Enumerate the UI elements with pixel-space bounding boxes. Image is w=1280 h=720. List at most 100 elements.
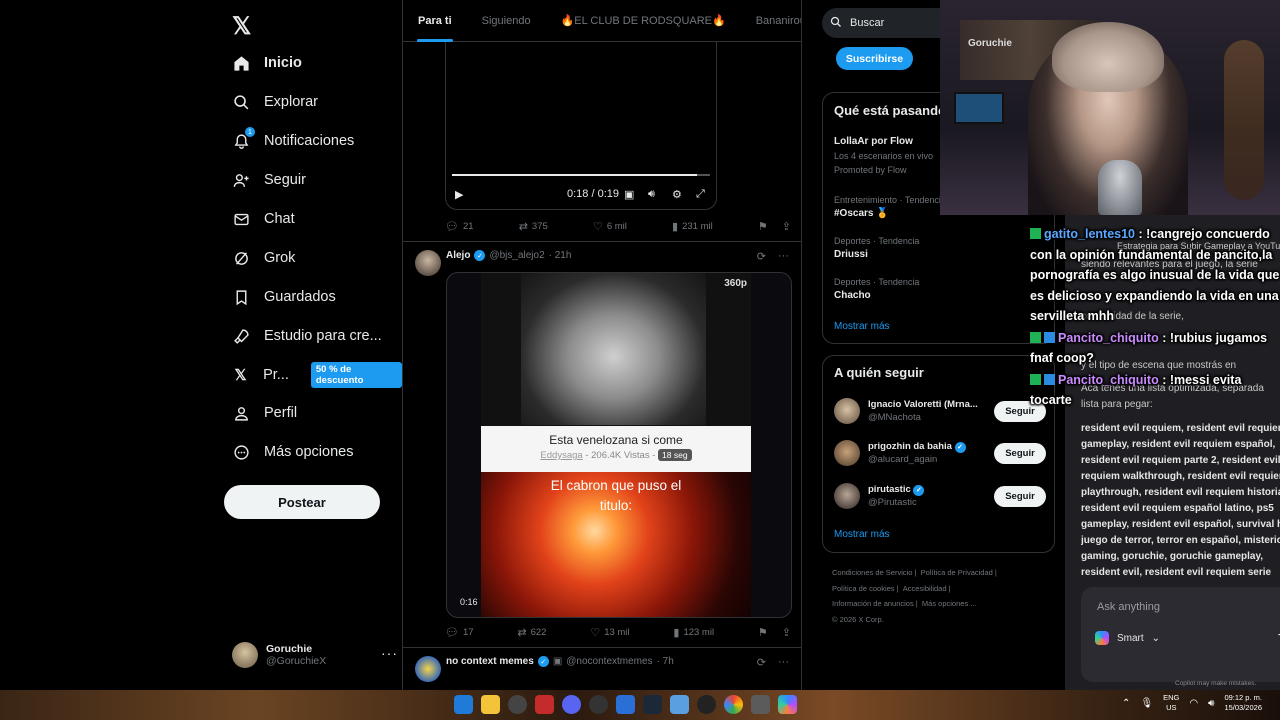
tweet-time[interactable]: · 7h [657,656,674,667]
bookmark-icon[interactable]: ⚑ [758,220,768,233]
reply-button[interactable]: 💬︎ 17 [445,626,474,639]
ask-input[interactable]: Ask anything [1097,601,1160,613]
like-button[interactable]: ♡ 6 mil [593,220,627,233]
reply-button[interactable]: 💬︎ 21 [445,220,474,233]
show-more-link[interactable]: Mostrar más [834,321,890,332]
avatar[interactable] [415,250,441,276]
video-player[interactable]: ▶ 0:18 / 0:19 ▣ 🔊︎ ⚙ ⤢ [445,42,717,210]
nav-home[interactable]: Inicio [232,48,302,78]
show-more-link[interactable]: Mostrar más [834,529,890,540]
footer-link[interactable]: Más opciones ... [922,599,977,608]
repost-button[interactable]: ⇄ 622 [517,626,546,639]
follow-button[interactable]: Seguir [994,485,1046,507]
app-icon[interactable] [535,695,554,714]
nav-profile[interactable]: Perfil [232,398,297,428]
volume-icon[interactable]: 🔊︎ [1208,698,1214,709]
volume-icon[interactable]: 🔊︎ [648,188,655,201]
x-logo-icon: 𝕏 [234,367,247,384]
video-player[interactable]: Esta venelozana si come Eddysaga - 206.4… [446,272,792,618]
tab-club-rodsquare[interactable]: 🔥EL CLUB DE RODSQUARE🔥 [546,0,741,42]
bookmark-icon[interactable]: ⚑ [758,626,768,639]
promoted-trend[interactable]: LollaAr por Flow Los 4 escenarios en viv… [834,135,933,177]
app-icon[interactable] [616,695,635,714]
nav-more-options[interactable]: Más opciones [232,437,353,467]
clock[interactable]: 09:12 p. m. 15/03/2026 [1224,693,1262,713]
nav-explore[interactable]: Explorar [232,87,318,117]
author-name[interactable]: no context memes [446,656,534,667]
microphone-icon[interactable]: 🎙︎ [1140,698,1153,709]
follow-suggestion[interactable]: pirutastic ✓ @Pirutastic Seguir [834,481,1046,511]
more-icon[interactable]: ··· [381,645,398,661]
keyword-line: requiem walkthrough, resident evil requi… [1081,471,1280,482]
language-indicator[interactable]: ENG US [1163,693,1179,713]
footer-link[interactable]: Política de Privacidad [921,568,993,577]
footer-link[interactable]: Información de anuncios [832,599,914,608]
discord-icon[interactable] [562,695,581,714]
footer-link[interactable]: Condiciones de Servicio [832,568,912,577]
like-button[interactable]: ♡ 13 mil [590,626,629,639]
tweet-time[interactable]: · 21h [549,250,572,261]
post-button[interactable]: Postear [224,485,380,519]
footer-link[interactable]: Accesibilidad [903,584,947,593]
smart-label: Smart [1117,632,1144,644]
follow-suggestion[interactable]: Ignacio Valoretti (Mrna... @MNachota Segu… [834,396,1046,426]
views-button[interactable]: ▮ 123 mil [673,626,714,639]
settings-icon[interactable]: ⚙ [672,188,682,201]
video-overlay-card: Esta venelozana si come Eddysaga - 206.4… [481,426,751,472]
nav-notifications[interactable]: 1 Notificaciones [232,126,354,156]
captions-icon[interactable]: ▣ [624,188,634,201]
trend-item[interactable]: Entretenimiento · Tendencia #Oscars 🏅 [834,193,946,221]
fullscreen-icon[interactable]: ⤢ [696,188,705,201]
obs-icon[interactable] [508,695,527,714]
trend-item[interactable]: Deportes · Tendencia Chacho [834,275,919,303]
follow-suggestion[interactable]: prigozhin da bahia ✓ @alucard_again Segui… [834,438,1046,468]
app-icon[interactable] [589,695,608,714]
search-input[interactable]: Buscar [850,17,884,29]
model-selector[interactable]: Smart ⌄ [1095,631,1160,645]
wifi-icon[interactable]: ◠ [1189,698,1198,709]
ask-box[interactable]: Ask anything Smart ⌄ + [1081,587,1280,682]
follow-button[interactable]: Seguir [994,442,1046,464]
account-switcher[interactable]: Goruchie @GoruchieX ··· [232,635,397,675]
grok-icon[interactable]: ⟳ [757,250,766,263]
steam-icon[interactable] [643,695,662,714]
trend-item[interactable]: Deportes · Tendencia Driussi [834,234,919,262]
tab-following[interactable]: Siguiendo [467,0,546,42]
grok-icon[interactable]: ⟳ [757,656,766,669]
share-icon[interactable]: ⇪ [782,626,791,639]
share-icon[interactable]: ⇪ [782,220,791,233]
x-logo-icon[interactable]: 𝕏 [232,12,251,41]
play-icon[interactable]: ▶ [455,188,463,201]
app-icon[interactable] [670,695,689,714]
more-icon[interactable]: ··· [778,250,789,263]
app-icon[interactable] [697,695,716,714]
repost-button[interactable]: ⇄ 375 [519,220,548,233]
author-handle[interactable]: @bjs_alejo2 [489,250,544,261]
app-icon[interactable] [751,695,770,714]
copilot-icon[interactable] [778,695,797,714]
tab-for-you[interactable]: Para ti [403,0,467,42]
tab-bananirou[interactable]: Bananirou [741,0,801,42]
nav-label: Chat [264,211,295,227]
nav-follow[interactable]: Seguir [232,165,306,195]
views-button[interactable]: ▮ 231 mil [672,220,713,233]
author-name[interactable]: Alejo [446,250,470,261]
footer-link[interactable]: Política de cookies [832,584,895,593]
nav-grok[interactable]: Grok [232,243,295,273]
nav-chat[interactable]: Chat [232,204,295,234]
nav-bookmarks[interactable]: Guardados [232,282,336,312]
windows-start-icon[interactable] [454,695,473,714]
file-explorer-icon[interactable] [481,695,500,714]
chat-username: Pancito_chiquito [1058,372,1159,387]
mail-icon [232,210,250,228]
nav-creator-studio[interactable]: Estudio para cre... [232,321,382,351]
avatar [834,398,860,424]
nav-premium[interactable]: 𝕏 Pr... 50 % de descuento [232,360,402,390]
more-icon[interactable]: ··· [778,656,789,669]
chevron-up-icon[interactable]: ⌃ [1122,698,1130,709]
video-progress-bar[interactable] [452,174,710,176]
subscribe-button[interactable]: Suscribirse [836,47,913,70]
chrome-icon[interactable] [724,695,743,714]
author-handle[interactable]: @nocontextmemes [566,656,652,667]
avatar[interactable] [415,656,441,682]
